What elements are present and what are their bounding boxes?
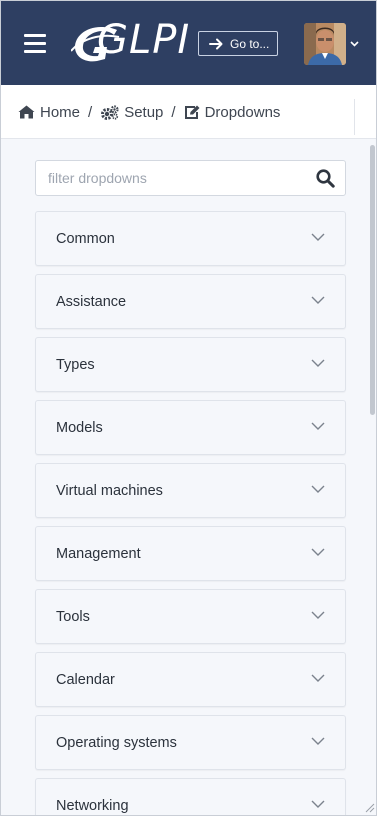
breadcrumb-home[interactable]: Home — [18, 104, 80, 121]
category-label: Assistance — [56, 294, 127, 310]
resize-grip-icon[interactable] — [363, 801, 375, 813]
arrow-right-icon — [209, 38, 223, 49]
category-label: Networking — [56, 798, 129, 814]
goto-label: Go to... — [230, 36, 270, 51]
filter-dropdowns-input[interactable] — [36, 161, 296, 195]
edit-icon — [184, 105, 200, 119]
category-label: Calendar — [56, 672, 115, 688]
category-label: Operating systems — [56, 735, 177, 751]
chevron-down-icon — [311, 548, 325, 556]
top-navbar: GLPI Go to... — [1, 1, 376, 85]
filter-box — [35, 160, 346, 196]
chevron-down-icon — [311, 233, 325, 241]
chevron-down-icon — [311, 674, 325, 682]
chevron-down-icon — [311, 422, 325, 430]
breadcrumb-bar: Home / Setup / Dropdowns — [1, 85, 376, 139]
dropdown-category-assistance[interactable]: Assistance — [35, 274, 346, 329]
chevron-down-icon — [311, 485, 325, 493]
breadcrumb-setup-label: Setup — [124, 103, 164, 121]
breadcrumb-separator: / — [171, 103, 176, 121]
dropdown-category-calendar[interactable]: Calendar — [35, 652, 346, 707]
breadcrumb-home-label: Home — [40, 103, 81, 121]
dropdown-category-networking[interactable]: Networking — [35, 778, 346, 815]
home-icon — [18, 105, 35, 119]
chevron-down-icon — [311, 296, 325, 304]
dropdown-category-models[interactable]: Models — [35, 400, 346, 455]
category-label: Tools — [56, 609, 90, 625]
dropdown-category-management[interactable]: Management — [35, 526, 346, 581]
scrollbar-thumb[interactable] — [370, 145, 375, 415]
category-label: Virtual machines — [56, 483, 163, 499]
breadcrumb-dropdowns-label: Dropdowns — [204, 103, 281, 121]
chevron-down-icon — [311, 359, 325, 367]
menu-toggle-button[interactable] — [24, 34, 46, 53]
search-icon[interactable] — [316, 169, 335, 188]
dropdown-category-common[interactable]: Common — [35, 211, 346, 266]
dropdowns-panel: Common Assistance Types Models Virtual m… — [1, 139, 376, 815]
menu-bar-icon — [24, 50, 46, 53]
category-label: Common — [56, 231, 115, 247]
breadcrumb-dropdowns[interactable]: Dropdowns — [184, 103, 281, 121]
breadcrumb: Home / Setup / Dropdowns — [18, 85, 280, 139]
dropdown-category-virtual-machines[interactable]: Virtual machines — [35, 463, 346, 518]
dropdown-category-tools[interactable]: Tools — [35, 589, 346, 644]
chevron-down-icon — [311, 800, 325, 808]
app-frame: GLPI Go to... Home / Setup / Dropdowns f… — [0, 0, 377, 816]
vertical-scrollbar[interactable] — [370, 139, 376, 815]
category-label: Management — [56, 546, 141, 562]
category-label: Models — [56, 420, 103, 436]
breadcrumb-setup[interactable]: Setup — [100, 104, 163, 121]
breadcrumb-divider — [354, 99, 355, 135]
chevron-down-icon — [311, 737, 325, 745]
chevron-down-icon[interactable] — [350, 41, 359, 47]
category-label: Types — [56, 357, 95, 373]
menu-bar-icon — [24, 42, 46, 45]
goto-button[interactable]: Go to... — [198, 31, 278, 56]
dropdown-category-types[interactable]: Types — [35, 337, 346, 392]
menu-bar-icon — [24, 34, 46, 37]
cogs-icon — [101, 104, 119, 120]
user-avatar[interactable] — [304, 23, 346, 65]
user-photo-icon — [304, 23, 346, 65]
breadcrumb-separator: / — [88, 103, 93, 121]
glpi-logo-text: GLPI — [97, 17, 191, 63]
dropdown-category-operating-systems[interactable]: Operating systems — [35, 715, 346, 770]
chevron-down-icon — [311, 611, 325, 619]
